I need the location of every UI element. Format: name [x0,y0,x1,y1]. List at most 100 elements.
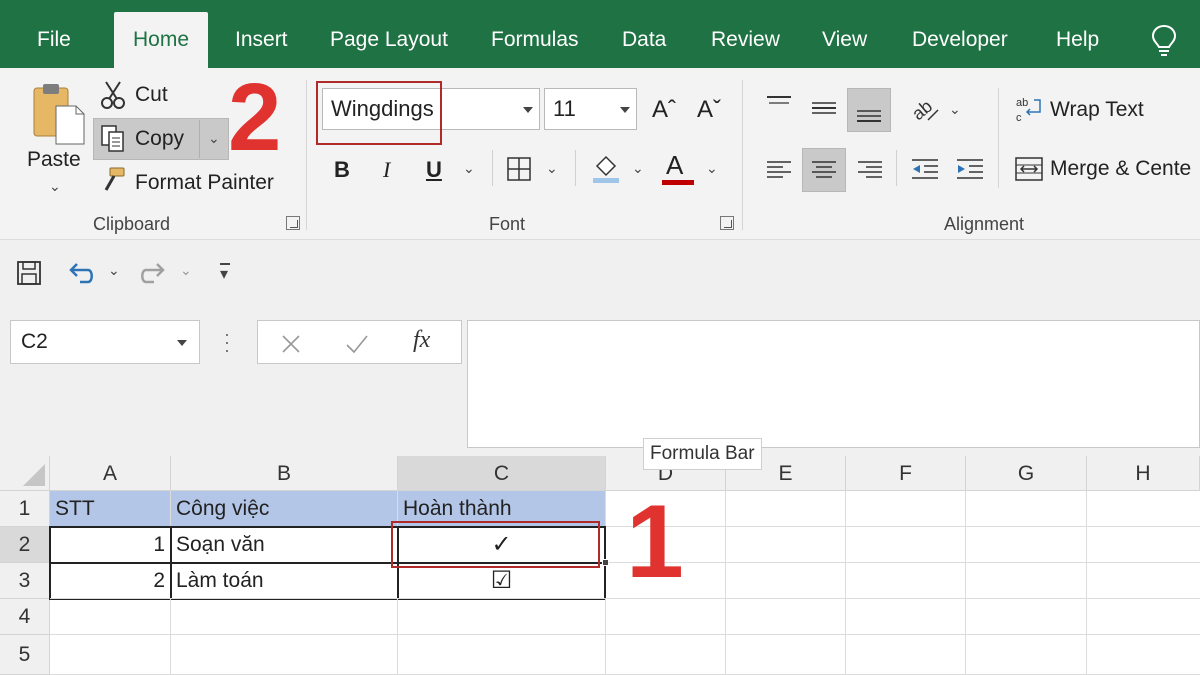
underline-button[interactable]: U [426,157,442,183]
chevron-down-icon[interactable] [620,107,630,113]
italic-button[interactable]: I [383,157,390,183]
cell-c3[interactable]: ☑ [398,563,606,599]
wrap-text-button[interactable]: Wrap Text [1050,98,1144,122]
tab-formulas[interactable]: Formulas [491,12,579,68]
chevron-down-icon[interactable]: ⌄ [49,178,61,195]
cell-b2[interactable]: Soạn văn [171,527,398,563]
increase-font-size-icon[interactable]: Aˆ [652,96,676,124]
decrease-font-size-icon[interactable]: Aˇ [697,96,721,124]
tab-data[interactable]: Data [622,12,666,68]
format-painter-button[interactable]: Format Painter [135,171,274,195]
cancel-icon[interactable] [280,333,302,355]
svg-text:c: c [1016,112,1022,124]
increase-indent-icon[interactable] [955,157,985,183]
bold-button[interactable]: B [334,157,350,183]
fill-handle[interactable] [602,559,609,566]
chevron-down-icon[interactable]: ⌄ [706,160,718,177]
borders-icon[interactable] [506,156,532,182]
row-header-2[interactable]: 2 [0,527,50,563]
save-icon[interactable] [16,260,42,286]
column-header-g[interactable]: G [966,456,1087,491]
merge-center-icon[interactable] [1014,154,1044,184]
cell-b3[interactable]: Làm toán [171,563,398,599]
align-left-icon[interactable] [765,159,793,181]
enter-check-icon[interactable] [344,333,370,355]
chevron-down-icon[interactable] [177,340,187,346]
copy-icon [101,125,124,152]
ribbon: Paste ⌄ Cut Copy ⌄ Format Painter Clipbo… [0,68,1200,240]
tab-developer[interactable]: Developer [912,12,1008,68]
top-align-icon[interactable] [765,94,793,114]
wrap-text-icon[interactable]: ab c [1014,94,1044,124]
row-header-1[interactable]: 1 [0,491,50,527]
copy-split-divider [199,120,200,158]
lightbulb-icon[interactable] [1150,24,1178,58]
scissors-icon [101,81,125,109]
merge-center-button[interactable]: Merge & Cente [1050,157,1191,181]
grid-line [50,634,1200,635]
grid-line [397,599,398,675]
align-center-icon [812,161,836,178]
chevron-down-icon[interactable]: ⌄ [546,160,558,177]
spreadsheet-grid: A B C D E F G H 1 2 3 4 5 STT Công việc … [0,456,1200,675]
svg-text:ab: ab [910,96,936,124]
row-header-3[interactable]: 3 [0,563,50,599]
cell-a3[interactable]: 2 [50,563,171,599]
chevron-down-icon[interactable]: ⌄ [949,101,961,118]
tab-insert[interactable]: Insert [235,12,288,68]
middle-align-icon[interactable] [810,98,838,118]
tab-page-layout[interactable]: Page Layout [330,12,448,68]
column-header-f[interactable]: F [846,456,966,491]
chevron-down-icon[interactable]: ⌄ [463,160,475,177]
orientation-icon[interactable]: ab [910,94,940,124]
name-box[interactable]: C2 [10,320,200,364]
grid-line [845,491,846,675]
column-header-h[interactable]: H [1087,456,1200,491]
insert-function-icon[interactable]: fx [413,327,430,354]
tab-view[interactable]: View [822,12,867,68]
font-size-combo[interactable]: 11 [544,88,637,130]
bottom-align-button[interactable] [847,88,891,132]
clipboard-group-label: Clipboard [93,214,171,234]
formula-input[interactable] [467,320,1200,448]
column-header-a[interactable]: A [50,456,171,491]
cell-a1[interactable]: STT [50,491,171,527]
copy-label: Copy [135,127,185,150]
alignment-inner-separator [998,88,999,188]
more-options-icon[interactable]: · · · [224,325,230,359]
decrease-indent-icon[interactable] [910,157,940,183]
customize-qat-icon[interactable]: ▾ [220,264,228,284]
select-all-corner[interactable] [0,456,50,491]
font-dialog-launcher-icon[interactable] [720,216,734,230]
tab-file[interactable]: File [37,12,71,68]
chevron-down-icon[interactable] [523,107,533,113]
cell-a2[interactable]: 1 [50,527,171,563]
align-right-icon[interactable] [856,159,884,181]
cell-b1[interactable]: Công việc [171,491,398,527]
redo-icon[interactable] [138,260,168,286]
grid-line [1086,491,1087,675]
tab-review[interactable]: Review [711,12,780,68]
row-header-5[interactable]: 5 [0,635,50,675]
quick-access-toolbar: ⌄ ⌄ ▾ [0,240,1200,310]
redo-chevron-down-icon[interactable]: ⌄ [180,262,192,279]
tab-help[interactable]: Help [1056,12,1099,68]
tab-home[interactable]: Home [114,12,209,68]
paste-button[interactable]: Paste ⌄ [24,82,90,202]
grid-line [606,562,1200,563]
select-all-triangle-icon [23,464,45,486]
chevron-down-icon[interactable]: ⌄ [632,160,644,177]
align-center-button[interactable] [802,148,846,192]
clipboard-dialog-launcher-icon[interactable] [286,216,300,230]
column-header-b[interactable]: B [171,456,398,491]
copy-dropdown-chevron-icon[interactable]: ⌄ [208,130,220,147]
row-header-4[interactable]: 4 [0,599,50,635]
undo-chevron-down-icon[interactable]: ⌄ [108,262,120,279]
column-header-c[interactable]: C [398,456,606,491]
undo-icon[interactable] [66,260,96,286]
fill-color-icon[interactable] [591,152,621,184]
font-color-button[interactable]: A [666,150,683,181]
active-cell-highlight [391,521,600,568]
cut-button[interactable]: Cut [135,83,168,107]
grid-line [170,599,171,675]
